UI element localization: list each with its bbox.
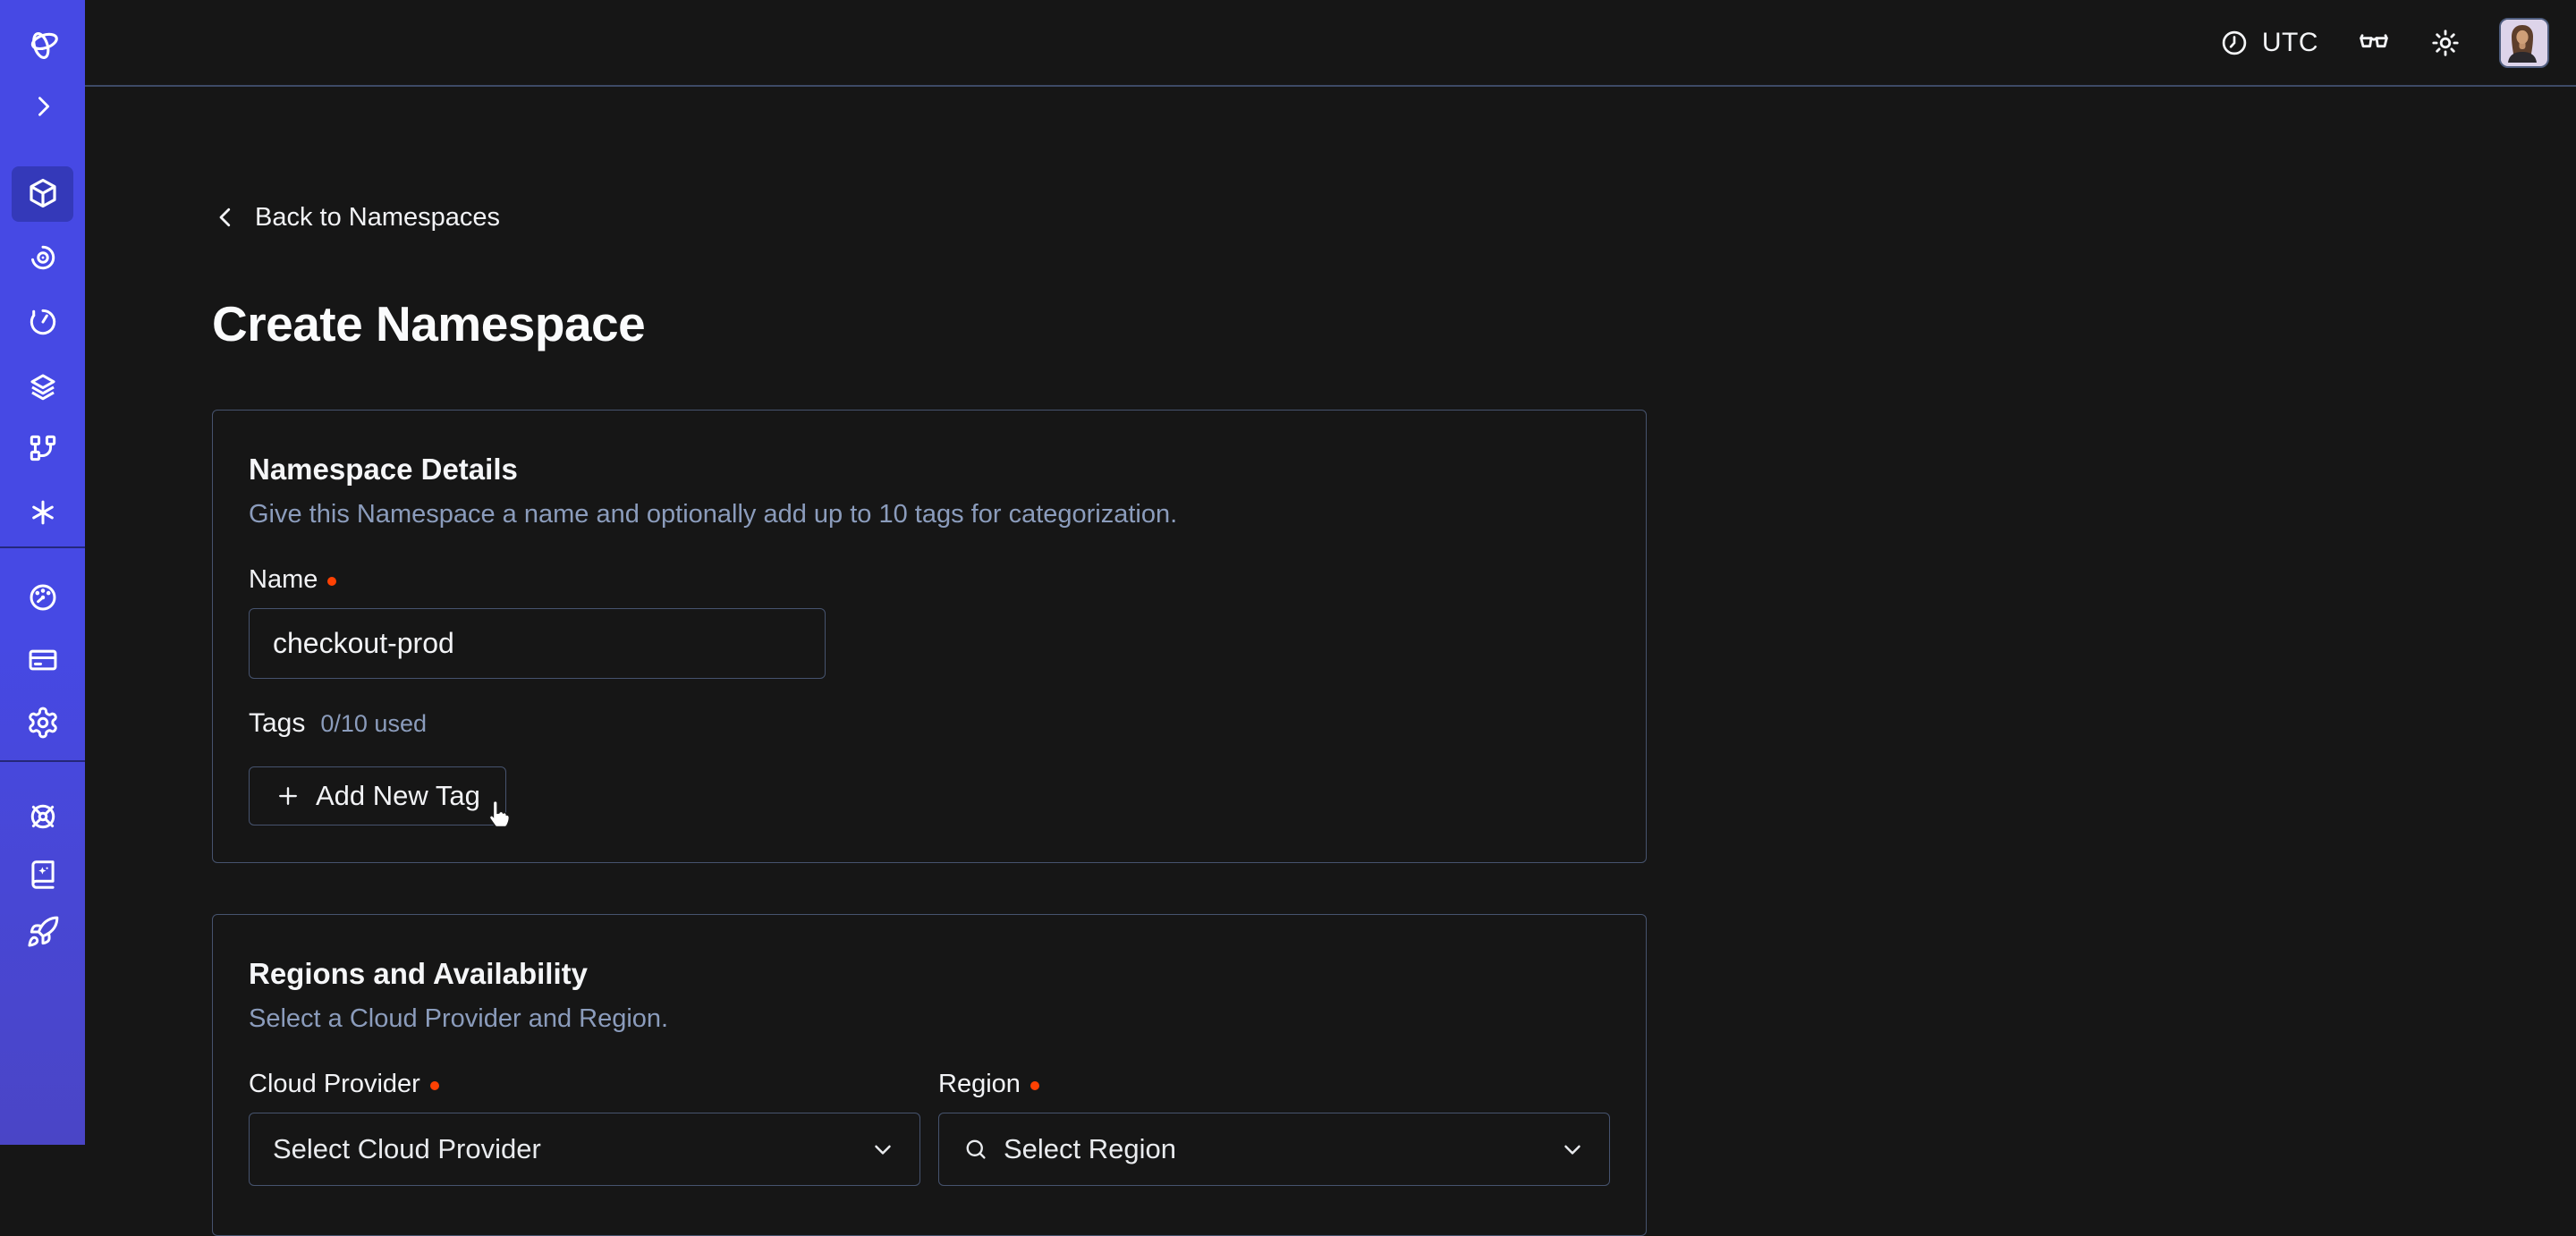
sidebar-item-workflows[interactable]: [0, 241, 85, 275]
back-link-label: Back to Namespaces: [255, 202, 500, 233]
page-title: Create Namespace: [212, 298, 2576, 350]
region-select[interactable]: Select Region: [938, 1113, 1610, 1186]
main-content: Back to Namespaces Create Namespace Name…: [85, 89, 2576, 1145]
nexus-asterisk-icon: [26, 495, 60, 529]
glasses-icon: [2356, 25, 2392, 61]
name-label: Name: [249, 564, 318, 595]
getting-started-rocket-icon: [26, 915, 60, 949]
region-field: Region Select Region: [938, 1035, 1610, 1186]
cloud-provider-placeholder: Select Cloud Provider: [273, 1133, 541, 1165]
theme-toggle-button[interactable]: [2429, 27, 2462, 59]
workflows-spiral-icon: [26, 241, 60, 275]
sidebar-item-billing[interactable]: [0, 643, 85, 677]
usage-gauge-icon: [26, 580, 60, 614]
namespaces-cube-icon: [25, 175, 61, 211]
namespace-name-input[interactable]: [249, 608, 826, 679]
sidebar-item-batch-operations[interactable]: [0, 369, 85, 403]
timezone-label: UTC: [2262, 28, 2318, 58]
accessibility-button[interactable]: [2356, 25, 2392, 61]
name-label-row: Name: [249, 564, 1610, 595]
region-placeholder: Select Region: [1004, 1133, 1176, 1165]
cloud-provider-select[interactable]: Select Cloud Provider: [249, 1113, 920, 1186]
back-to-namespaces-link[interactable]: Back to Namespaces: [212, 202, 500, 233]
region-label-row: Region: [938, 1069, 1610, 1099]
card-title: Regions and Availability: [249, 956, 1610, 992]
card-subtitle: Select a Cloud Provider and Region.: [249, 1003, 1610, 1035]
settings-gear-icon: [26, 706, 60, 740]
temporal-logo-icon: [22, 24, 64, 63]
billing-card-icon: [26, 643, 60, 677]
sidebar-item-support[interactable]: [0, 800, 85, 834]
sidebar-item-deployments[interactable]: [0, 431, 85, 465]
required-dot: [430, 1081, 439, 1090]
timezone-selector[interactable]: UTC: [2219, 28, 2318, 58]
deployments-branch-icon: [26, 431, 60, 465]
chevron-right-icon: [28, 91, 58, 122]
cloud-provider-label-row: Cloud Provider: [249, 1069, 920, 1099]
cloud-provider-field: Cloud Provider Select Cloud Provider: [249, 1035, 920, 1186]
chevron-down-icon: [869, 1136, 896, 1163]
required-dot: [327, 577, 336, 586]
cloud-provider-label: Cloud Provider: [249, 1069, 420, 1099]
plus-icon: [275, 783, 301, 809]
regions-availability-card: Regions and Availability Select a Cloud …: [212, 914, 1647, 1236]
tags-counter: 0/10 used: [320, 710, 427, 738]
namespace-details-card: Namespace Details Give this Namespace a …: [212, 410, 1647, 863]
tags-label-row: Tags 0/10 used: [249, 708, 1610, 739]
tags-label: Tags: [249, 708, 305, 739]
card-subtitle: Give this Namespace a name and optionall…: [249, 498, 1610, 530]
clock-icon: [2219, 28, 2250, 58]
region-label: Region: [938, 1069, 1021, 1099]
schedules-clock-icon: [26, 305, 60, 339]
add-new-tag-label: Add New Tag: [316, 780, 480, 812]
sidebar-item-nexus[interactable]: [0, 495, 85, 529]
docs-book-icon: [26, 858, 60, 892]
search-icon: [962, 1136, 989, 1163]
sidebar-item-getting-started[interactable]: [0, 915, 85, 949]
topbar: UTC: [85, 0, 2576, 87]
sidebar-item-usage[interactable]: [0, 580, 85, 614]
card-title: Namespace Details: [249, 452, 1610, 487]
sidebar-divider: [0, 760, 85, 762]
avatar-photo: [2501, 20, 2544, 63]
sidebar-item-settings[interactable]: [0, 706, 85, 740]
sidebar-divider: [0, 546, 85, 548]
sidebar-expand-button[interactable]: [0, 91, 85, 122]
user-avatar[interactable]: [2499, 18, 2549, 68]
chevron-down-icon: [1559, 1136, 1586, 1163]
sun-icon: [2429, 27, 2462, 59]
chevron-left-icon: [212, 204, 239, 231]
batch-layers-icon: [26, 369, 60, 403]
sidebar-item-namespaces[interactable]: [0, 175, 85, 211]
support-helm-icon: [26, 800, 60, 834]
create-namespace-page: { "topbar": { "timezone": "UTC", "icons"…: [0, 0, 2576, 1145]
add-new-tag-button[interactable]: Add New Tag: [249, 766, 506, 825]
primary-sidebar: [0, 0, 85, 1145]
required-dot: [1030, 1081, 1039, 1090]
sidebar-item-schedules[interactable]: [0, 305, 85, 339]
provider-region-grid: Cloud Provider Select Cloud Provider Reg…: [249, 1035, 1610, 1186]
sidebar-item-docs[interactable]: [0, 858, 85, 892]
temporal-logo[interactable]: [0, 24, 85, 63]
